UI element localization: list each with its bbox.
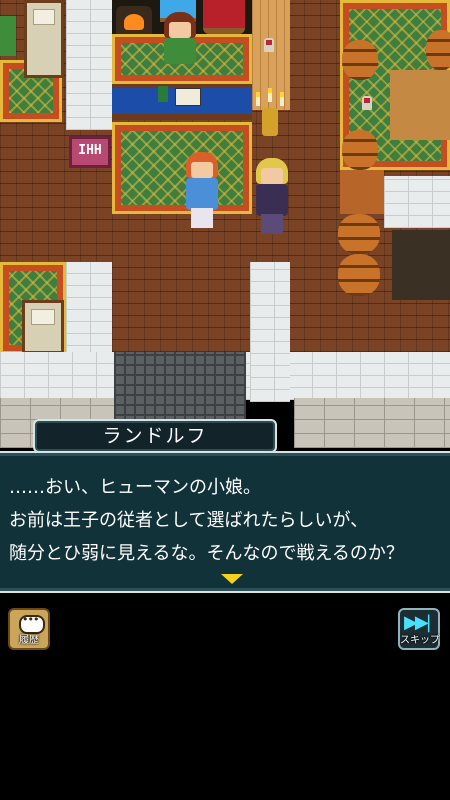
barrel [426,30,450,70]
barrel-stack [338,214,380,254]
history-button[interactable]: 履歴 [8,608,50,650]
fast-forward-icon: ▶▶| [404,612,432,633]
stone-wall [66,262,112,358]
speaker-name-tab: ランドルフ [33,419,277,453]
open-book [175,88,201,106]
skip-label: スキップ [400,635,440,646]
wooden-table [390,70,450,140]
apple-basket [203,0,245,34]
barrel [342,130,378,170]
stone-pillar [250,262,290,402]
green-book [158,86,168,102]
dialogue-box[interactable]: ……おい、ヒューマンの小娘。 お前は王子の従者として選ばれたらしいが、 随分とひ… [0,451,450,593]
barrel-stack [338,254,380,296]
wine-goblet [264,38,274,52]
player-heroine[interactable] [180,150,224,230]
wine-goblet [362,96,372,110]
shop-sign[interactable]: IHH [69,136,111,168]
npc-child [0,16,16,56]
skip-button[interactable]: ▶▶| スキップ [398,608,440,650]
bed [24,0,64,78]
next-arrow-icon[interactable] [221,574,243,584]
wooden-stairs [340,170,384,214]
npc-shopkeeper[interactable] [158,10,202,74]
barrel [342,40,378,80]
shop-sign-label: IHH [78,143,102,158]
candelabra [262,108,278,136]
game-map: IHH [0,0,450,448]
dialogue-line: 随分とひ弱に見えるな。そんなので戦えるのか？ [9,543,404,564]
history-label: 履歴 [19,635,39,646]
speaker-name: ランドルフ [102,425,208,447]
dialogue-line: お前は王子の従者として選ばれたらしいが、 [9,510,369,531]
floor-grate [114,352,246,426]
wall-bottom [294,398,450,448]
bed [22,300,64,354]
npc-randolph[interactable] [250,156,294,236]
fire [124,14,144,30]
dark-doorway [392,230,450,300]
stone-wall [66,0,112,130]
dialogue-line: ……おい、ヒューマンの小娘。 [9,477,261,498]
stone-wall [384,176,450,228]
